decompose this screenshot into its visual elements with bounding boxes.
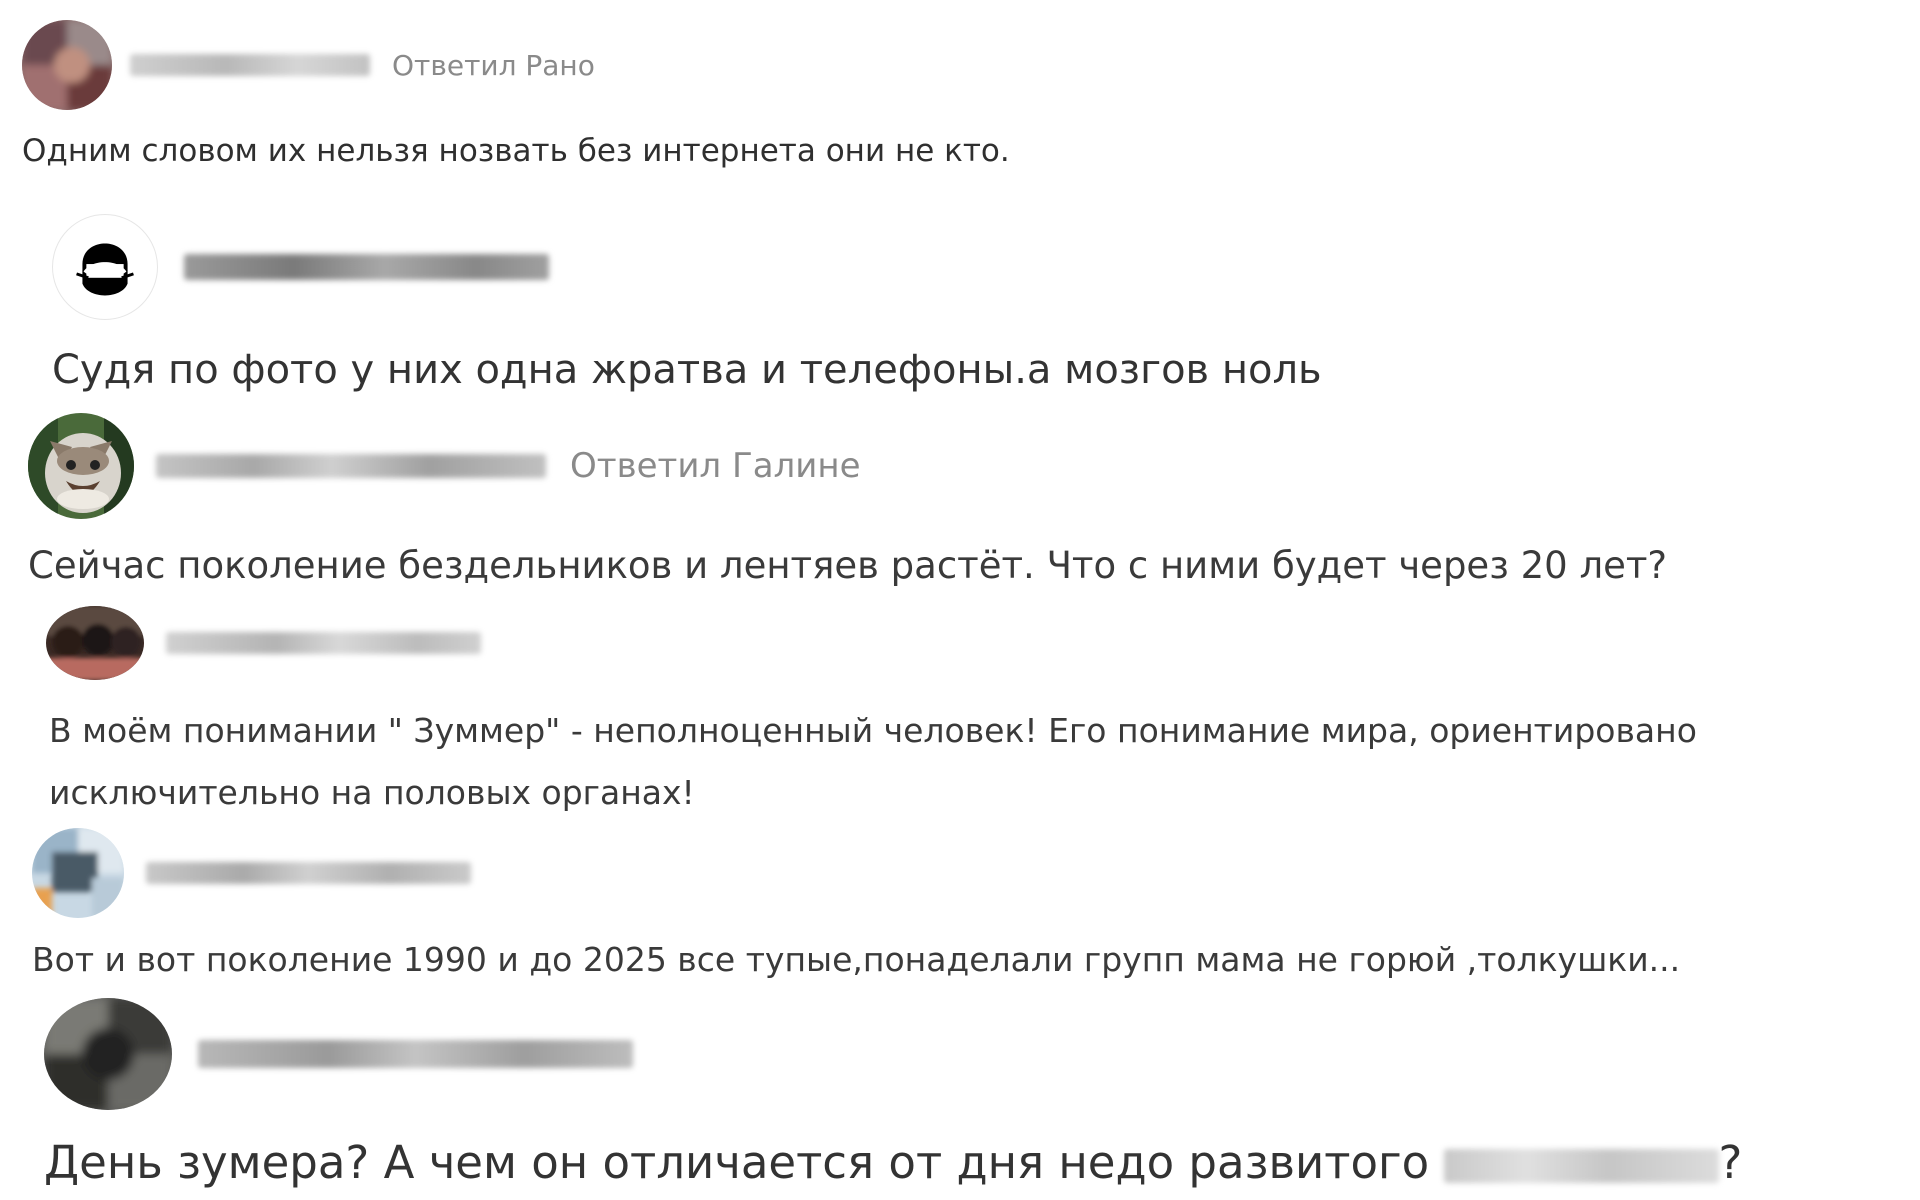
reply-to-label[interactable]: Ответил Рано (392, 49, 595, 82)
author-name-redacted[interactable] (166, 632, 481, 654)
author-name-redacted[interactable] (156, 454, 546, 478)
cat-photo-avatar-icon[interactable] (28, 413, 134, 519)
comment-text: Вот и вот поколение 1990 и до 2025 все т… (32, 940, 1681, 979)
comment-text-start: День зумера? А чем он отличается от дня … (44, 1136, 1430, 1189)
author-name-redacted[interactable] (130, 54, 370, 76)
author-name-redacted[interactable] (146, 862, 471, 884)
redacted-word (1443, 1149, 1719, 1183)
reply-to-label[interactable]: Ответил Галине (570, 446, 861, 486)
comment-text: В моём понимании " Зуммер" - неполноценн… (49, 711, 1697, 812)
user-avatar[interactable] (44, 998, 172, 1110)
group-photo-avatar-icon[interactable] (46, 606, 144, 680)
comment-text-end: ? (1718, 1136, 1743, 1189)
comment-text: Сейчас поколение бездельников и лентяев … (28, 544, 1668, 587)
author-name-redacted[interactable] (198, 1040, 633, 1068)
comment-text: Судя по фото у них одна жратва и телефон… (52, 347, 1322, 393)
author-name-redacted[interactable] (184, 254, 549, 280)
comment-text: День зумера? А чем он отличается от дня … (44, 1136, 1742, 1189)
user-avatar[interactable] (22, 20, 112, 110)
comment-text: Одним словом их нельзя нозвать без интер… (22, 133, 1010, 169)
masked-person-avatar-icon[interactable] (52, 214, 158, 320)
user-avatar[interactable] (32, 828, 124, 918)
